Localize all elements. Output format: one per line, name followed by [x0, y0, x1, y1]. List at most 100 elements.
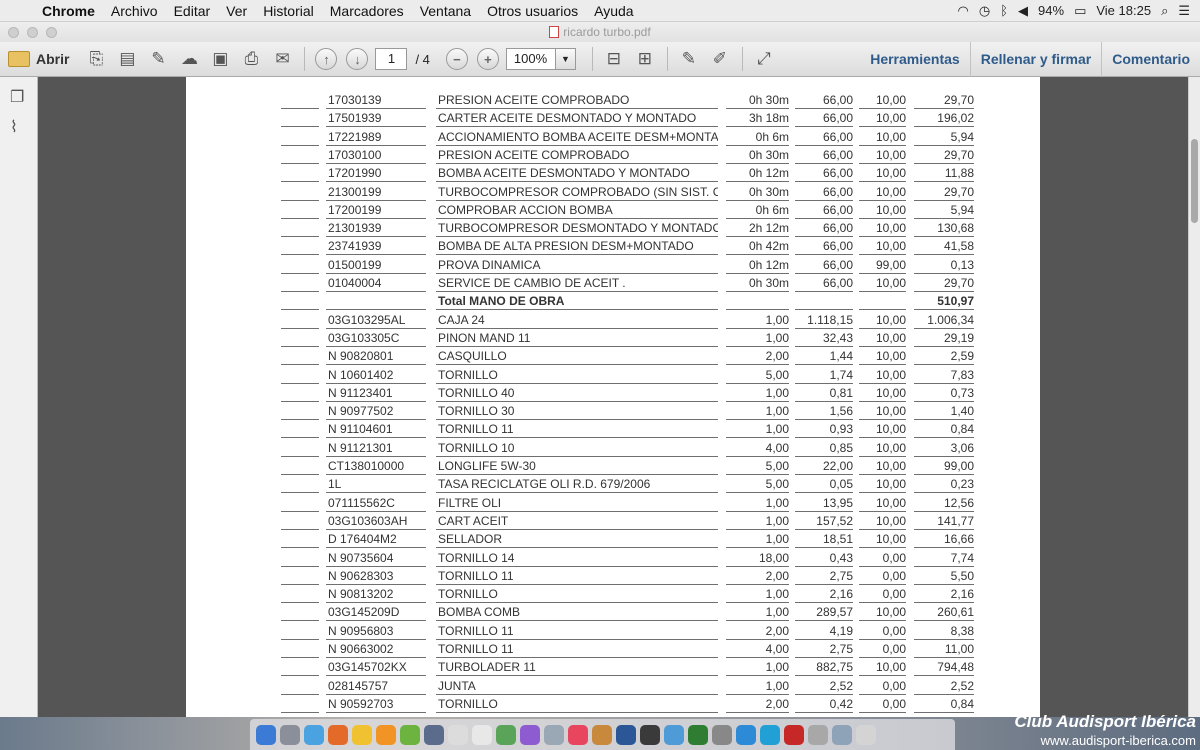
fit-page-icon[interactable]: ⊟ [601, 46, 627, 72]
code-cell: 028145757 [326, 678, 426, 695]
clock[interactable]: Vie 18:25 [1096, 3, 1151, 18]
menu-app-name[interactable]: Chrome [34, 3, 103, 19]
description-cell: BOMBA ACEITE DESMONTADO Y MONTADO [436, 165, 718, 183]
zoom-in-button[interactable]: + [475, 46, 501, 72]
code-cell: 03G103295AL [326, 312, 426, 329]
finder-icon[interactable] [256, 724, 276, 745]
menu-editar[interactable]: Editar [166, 3, 219, 19]
wifi-icon[interactable]: ◠ [958, 3, 969, 19]
previous-page-button[interactable]: ↑ [313, 46, 339, 72]
description-cell: PROVA DINAMICA [436, 257, 718, 274]
open-button[interactable]: Abrir [8, 46, 69, 72]
watermark-url: www.audisport-iberica.com [1040, 733, 1196, 748]
paypal-icon[interactable] [736, 724, 756, 745]
downloads-folder-icon[interactable] [832, 724, 852, 745]
chrome-icon[interactable] [352, 724, 372, 745]
zoom-dropdown-chevron-icon[interactable]: ▼ [555, 48, 576, 70]
create-pdf-icon[interactable]: ⎘ [83, 46, 109, 72]
blank-cell [281, 696, 319, 713]
time-machine-icon[interactable]: ◷ [979, 3, 990, 19]
save-icon[interactable]: ▣ [207, 46, 233, 72]
safari-icon[interactable] [304, 724, 324, 745]
menu-marcadores[interactable]: Marcadores [322, 3, 412, 19]
edit-pdf-icon[interactable]: ✎ [145, 46, 171, 72]
description-cell: TORNILLO 11 [436, 568, 718, 585]
photos-icon[interactable] [496, 724, 516, 745]
teamviewer-icon[interactable] [664, 724, 684, 745]
blank-cell [281, 623, 319, 640]
export-pdf-icon[interactable]: ▤ [114, 46, 140, 72]
attachments-paperclip-icon[interactable]: ⌇ [10, 117, 28, 137]
utorrent-icon[interactable] [400, 724, 420, 745]
table-row: N 90820801 CASQUILLO 2,00 1,44 10,00 2,59 [186, 348, 1040, 366]
total-cell: 0,73 [914, 385, 974, 402]
menu-ver[interactable]: Ver [218, 3, 255, 19]
bluetooth-icon[interactable]: ᛒ [1000, 3, 1008, 18]
spotlight-search-icon[interactable]: ⌕ [1161, 3, 1168, 19]
page-number-input[interactable]: 1 [375, 48, 408, 70]
preview-icon[interactable] [424, 724, 444, 745]
comment-link[interactable]: Comentario [1101, 41, 1200, 77]
vertical-scrollbar[interactable] [1188, 77, 1200, 717]
highlight-icon[interactable]: ✐ [707, 46, 733, 72]
acrobat-icon[interactable] [784, 724, 804, 745]
folder-icon [8, 51, 30, 67]
description-cell: PRESION ACEITE COMPROBADO [436, 92, 718, 109]
notification-center-icon[interactable]: ☰ [1178, 3, 1190, 19]
menu-ayuda[interactable]: Ayuda [586, 3, 641, 19]
trash-icon[interactable] [856, 724, 876, 745]
text-edit-icon[interactable] [448, 724, 468, 745]
percent-cell: 10,00 [859, 238, 906, 256]
print-icon[interactable]: ⎙ [238, 46, 264, 72]
launchpad-icon[interactable] [280, 724, 300, 745]
volume-icon[interactable]: ◀ [1018, 3, 1028, 19]
table-row: N 90663002 TORNILLO 11 4,00 2,75 0,00 11,00 [186, 641, 1040, 659]
email-icon[interactable]: ✉ [269, 46, 295, 72]
price-cell: 2,52 [795, 678, 853, 695]
messages-icon[interactable] [544, 724, 564, 745]
imovie-icon[interactable] [520, 724, 540, 745]
comment-bubble-icon[interactable]: ✎ [676, 46, 702, 72]
menu-archivo[interactable]: Archivo [103, 3, 166, 19]
price-cell: 0,43 [795, 550, 853, 567]
toolbar-divider [304, 47, 306, 71]
terminal-icon[interactable] [640, 724, 660, 745]
document-viewport[interactable]: 17030139 PRESION ACEITE COMPROBADO 0h 30m 6… [38, 77, 1188, 717]
fit-width-icon[interactable]: ⊞ [632, 46, 658, 72]
forum-watermark: Club Audisport Ibérica www.audisport-ibe… [978, 712, 1200, 750]
close-window-button[interactable] [8, 27, 19, 38]
zoom-out-button[interactable]: − [444, 46, 470, 72]
zoom-window-button[interactable] [46, 27, 57, 38]
quantity-cell: 0h 30m [726, 92, 789, 109]
tools-link[interactable]: Herramientas [860, 42, 970, 77]
percent-cell: 0,00 [859, 568, 906, 585]
firefox-icon[interactable] [328, 724, 348, 745]
fill-sign-link[interactable]: Rellenar y firmar [969, 41, 1102, 77]
calendar-icon[interactable] [472, 724, 492, 745]
code-cell: N 90813202 [326, 586, 426, 604]
ibooks-icon[interactable] [592, 724, 612, 745]
total-cell: 41,58 [914, 238, 974, 256]
menu-ventana[interactable]: Ventana [412, 3, 479, 19]
scrollbar-thumb[interactable] [1191, 139, 1198, 223]
battery-icon[interactable]: ▭ [1074, 3, 1086, 19]
blank-cell [281, 568, 319, 585]
system-preferences-icon[interactable] [808, 724, 828, 745]
menu-historial[interactable]: Historial [255, 3, 322, 19]
next-page-button[interactable]: ↓ [344, 46, 370, 72]
fullscreen-icon[interactable]: ⤢ [751, 46, 777, 72]
zoom-level-input[interactable]: 100% [505, 48, 556, 70]
itunes-icon[interactable] [568, 724, 588, 745]
blank-cell [281, 513, 319, 530]
vlc-icon[interactable] [376, 724, 396, 745]
upload-cloud-icon[interactable]: ☁ [176, 46, 202, 72]
app-store-icon[interactable] [712, 724, 732, 745]
minimize-window-button[interactable] [27, 27, 38, 38]
description-cell: CART ACEIT [436, 513, 718, 530]
word-icon[interactable] [616, 724, 636, 745]
page-thumbnails-icon[interactable]: ❐ [10, 87, 28, 107]
menu-otros-usuarios[interactable]: Otros usuarios [479, 3, 586, 19]
skype-icon[interactable] [760, 724, 780, 745]
xbox-icon[interactable] [688, 724, 708, 745]
price-cell: 157,52 [795, 513, 853, 530]
